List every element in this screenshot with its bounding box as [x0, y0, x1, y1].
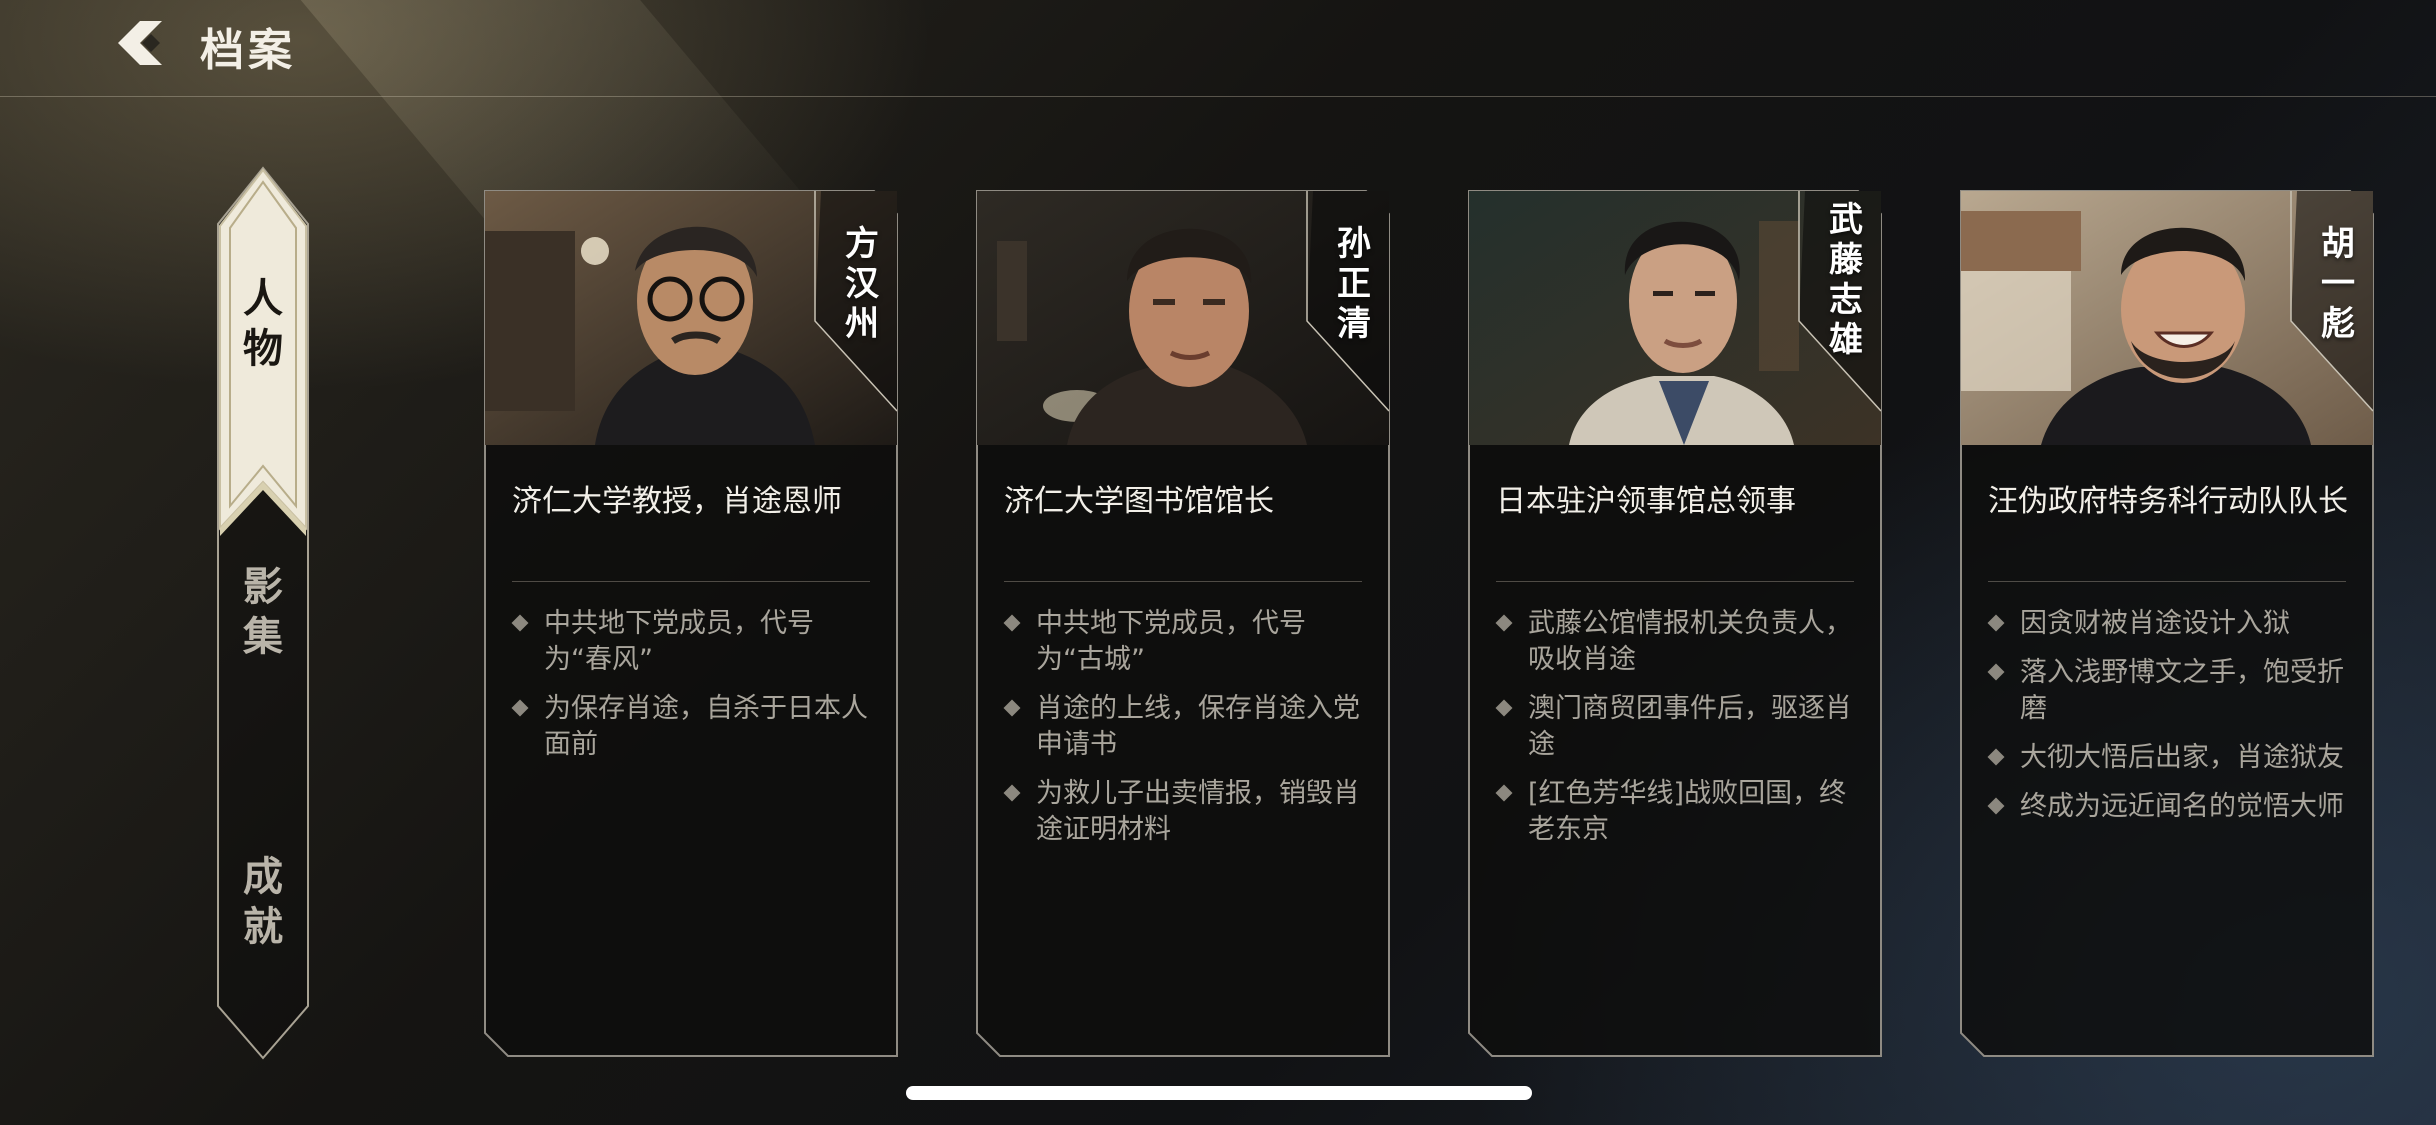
diamond-bullet-icon: [1987, 748, 2005, 766]
fact-item: 为保存肖途，自杀于日本人面前: [511, 691, 874, 763]
back-chevron-icon: [118, 21, 162, 65]
card-divider: [512, 581, 870, 582]
diamond-bullet-icon: [1987, 614, 2005, 632]
name-char: 志: [1829, 280, 1863, 320]
character-name-tag: 武 藤 志 雄: [1818, 200, 1874, 360]
name-char: 雄: [1829, 320, 1863, 360]
character-role: 济仁大学图书馆馆长: [1004, 484, 1274, 519]
fact-text: 澳门商贸团事件后，驱逐肖途: [1528, 693, 1852, 760]
fact-text: 终成为远近闻名的觉悟大师: [2020, 791, 2344, 822]
diamond-bullet-icon: [1003, 614, 1021, 632]
fact-text: [红色芳华线]战败回国，终老东京: [1528, 778, 1847, 845]
character-role: 汪伪政府特务科行动队队长: [1988, 484, 2348, 519]
fact-item: 中共地下党成员，代号为“春风”: [511, 606, 874, 678]
fact-text: 大彻大悟后出家，肖途狱友: [2020, 742, 2344, 773]
name-char: 州: [845, 304, 879, 344]
fact-item: 澳门商贸团事件后，驱逐肖途: [1495, 691, 1858, 763]
character-card[interactable]: 方 汉 州 济仁大学教授，肖途恩师 中共地下党成员，代号为“春风” 为保存肖途，…: [484, 190, 898, 1057]
diamond-bullet-icon: [1495, 784, 1513, 802]
card-divider: [1004, 581, 1362, 582]
fact-text: 落入浅野博文之手，饱受折磨: [2020, 657, 2344, 724]
character-role: 日本驻沪领事馆总领事: [1496, 484, 1796, 519]
fact-item: 大彻大悟后出家，肖途狱友: [1987, 740, 2350, 776]
character-role: 济仁大学教授，肖途恩师: [512, 484, 842, 519]
side-nav: 人 物 影 集 成 就: [216, 166, 310, 1060]
nav-label-char: 物: [243, 325, 283, 372]
fact-item: [红色芳华线]战败回国，终老东京: [1495, 776, 1858, 848]
fact-item: 落入浅野博文之手，饱受折磨: [1987, 655, 2350, 727]
name-char: 藤: [1829, 240, 1863, 280]
diamond-bullet-icon: [1987, 797, 2005, 815]
name-char: 武: [1829, 200, 1863, 240]
diamond-bullet-icon: [511, 699, 529, 717]
character-facts: 中共地下党成员，代号为“春风” 为保存肖途，自杀于日本人面前: [511, 606, 874, 776]
diamond-bullet-icon: [511, 614, 529, 632]
nav-label-char: 集: [243, 613, 283, 660]
nav-label-char: 影: [243, 563, 283, 610]
fact-item: 肖途的上线，保存肖途入党申请书: [1003, 691, 1366, 763]
top-bar: 档案: [0, 0, 2436, 97]
character-card[interactable]: 胡 一 彪 汪伪政府特务科行动队队长 因贪财被肖途设计入狱 落入浅野博文之手，饱…: [1960, 190, 2374, 1057]
nav-item-album[interactable]: 影 集: [216, 562, 310, 662]
fact-item: 终成为远近闻名的觉悟大师: [1987, 789, 2350, 825]
diamond-bullet-icon: [1003, 699, 1021, 717]
fact-text: 中共地下党成员，代号为“古城”: [1036, 608, 1306, 675]
diamond-bullet-icon: [1003, 784, 1021, 802]
fact-text: 肖途的上线，保存肖途入党申请书: [1036, 693, 1360, 760]
fact-text: 武藤公馆情报机关负责人，吸收肖途: [1528, 608, 1852, 675]
fact-text: 为保存肖途，自杀于日本人面前: [544, 693, 868, 760]
back-button[interactable]: [118, 18, 174, 68]
fact-item: 为救儿子出卖情报，销毁肖途证明材料: [1003, 776, 1366, 848]
fact-item: 中共地下党成员，代号为“古城”: [1003, 606, 1366, 678]
character-name-tag: 胡 一 彪: [2310, 224, 2366, 344]
diamond-bullet-icon: [1495, 699, 1513, 717]
character-name-tag: 方 汉 州: [834, 224, 890, 344]
character-card[interactable]: 孙 正 清 济仁大学图书馆馆长 中共地下党成员，代号为“古城” 肖途的上线，保存…: [976, 190, 1390, 1057]
character-name-tag: 孙 正 清: [1326, 224, 1382, 344]
nav-label-char: 就: [243, 903, 283, 950]
fact-text: 中共地下党成员，代号为“春风”: [544, 608, 814, 675]
name-char: 汉: [845, 264, 879, 304]
character-card[interactable]: 武 藤 志 雄 日本驻沪领事馆总领事 武藤公馆情报机关负责人，吸收肖途 澳门商贸…: [1468, 190, 1882, 1057]
nav-item-achievements[interactable]: 成 就: [216, 852, 310, 952]
nav-label-char: 成: [243, 853, 283, 900]
nav-label-char: 人: [243, 275, 283, 322]
name-char: 正: [1337, 264, 1371, 304]
fact-item: 因贪财被肖途设计入狱: [1987, 606, 2350, 642]
diamond-bullet-icon: [1495, 614, 1513, 632]
nav-item-characters[interactable]: 人 物: [216, 274, 310, 374]
fact-item: 武藤公馆情报机关负责人，吸收肖途: [1495, 606, 1858, 678]
home-indicator[interactable]: [906, 1086, 1532, 1100]
page-title: 档案: [200, 25, 296, 76]
fact-text: 为救儿子出卖情报，销毁肖途证明材料: [1036, 778, 1360, 845]
name-char: 彪: [2321, 304, 2355, 344]
diamond-bullet-icon: [1987, 663, 2005, 681]
name-char: 孙: [1337, 224, 1371, 264]
character-facts: 武藤公馆情报机关负责人，吸收肖途 澳门商贸团事件后，驱逐肖途 [红色芳华线]战败…: [1495, 606, 1858, 861]
name-char: 一: [2321, 264, 2355, 304]
card-divider: [1496, 581, 1854, 582]
name-char: 清: [1337, 304, 1371, 344]
character-facts: 因贪财被肖途设计入狱 落入浅野博文之手，饱受折磨 大彻大悟后出家，肖途狱友 终成…: [1987, 606, 2350, 838]
character-facts: 中共地下党成员，代号为“古城” 肖途的上线，保存肖途入党申请书 为救儿子出卖情报…: [1003, 606, 1366, 861]
card-divider: [1988, 581, 2346, 582]
name-char: 方: [845, 224, 879, 264]
name-char: 胡: [2321, 224, 2355, 264]
fact-text: 因贪财被肖途设计入狱: [2020, 608, 2290, 639]
